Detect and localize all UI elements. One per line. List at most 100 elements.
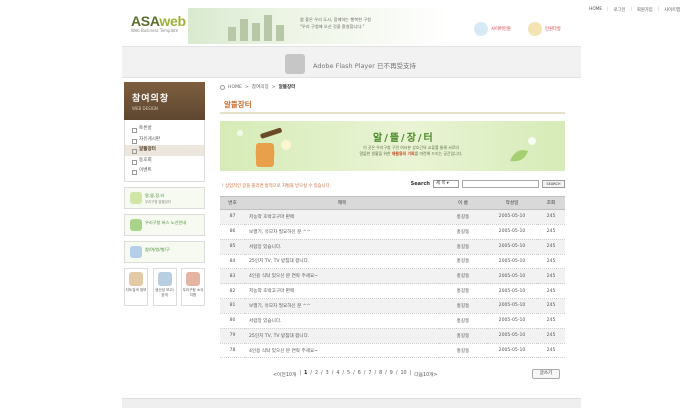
banner-building [252,23,260,41]
search-input[interactable] [462,180,539,188]
site-logo[interactable]: ASAweb [131,13,186,29]
col-date: 작성일 [487,196,537,210]
row-subject-link[interactable]: 서랍장 있습니다. [245,313,439,329]
row-subject-link[interactable]: 4인용 식탁 있으신 분 연락 주세요~ [245,343,439,359]
banner-building [240,19,248,41]
row-number: 82 [220,283,245,300]
main-content: HOME > 참여의장 > 알뜰장터 알뜰장터 알/뜰/장/터 이 곳은 우리구… [220,82,565,380]
row-author: 홍길동 [439,313,487,329]
nav-sitemap[interactable]: 사이트맵 [664,7,680,13]
row-author: 홍길동 [439,254,487,270]
row-date: 2005-05-10 [487,224,537,240]
row-subject-link[interactable]: 보행기, 유모차 필요하신 분 ^^ [245,224,439,240]
table-row: 80 서랍장 있습니다. 홍길동 2005-05-10 245 [220,313,565,329]
row-subject-link[interactable]: 저농약 호박고구마 판매 [245,283,439,300]
page-link[interactable]: 2 [315,371,318,378]
row-views: 245 [537,268,565,285]
page-link[interactable]: 5 [347,371,350,378]
page-link[interactable]: 7 [368,371,371,378]
quick-link-minwon[interactable]: 민원다방 [528,22,561,36]
icon-link-label: 우리구청 소식지함 [182,287,204,297]
participation-icon [130,245,142,258]
banner-text-line: 참 좋은 우리 도시, 함께하는 행복한 구청 [300,17,371,22]
banner-building [228,27,236,41]
site-footer [122,398,581,408]
crumb-current: 알뜰장터 [278,85,296,90]
crumb-home[interactable]: HOME [228,85,242,90]
quick-link-cyber[interactable]: 사이버민원 [474,22,511,36]
search-button[interactable]: SEARCH [542,180,565,188]
banner-subtitle: 우리구청 알뜰장터 [145,199,172,204]
row-number: 80 [220,313,245,329]
hero-title: 알/뜰/장/터 [373,133,435,144]
icon-link-label: 지도검색 정보 [125,287,147,292]
write-button[interactable]: 글쓰기 [532,369,560,380]
row-author: 홍길동 [439,298,487,314]
row-subject-link[interactable]: 25인치 TV, TV 받침대 팝니다. [245,254,439,270]
nav-home[interactable]: HOME [589,7,602,13]
sidebar-item-freeboard[interactable]: 자유게시판 [125,135,204,146]
page-link[interactable]: 4 [336,371,339,378]
row-subject-link[interactable]: 서랍장 있습니다. [245,239,439,255]
board-table: 번호 제목 이 름 작성일 조회 87 저농약 호박고구마 판매 홍길동 200… [220,196,565,359]
table-row: 85 서랍장 있습니다. 홍길동 2005-05-10 245 [220,239,565,255]
table-row: 82 저농약 호박고구마 판매 홍길동 2005-05-10 245 [220,283,565,300]
bus-icon [130,218,142,231]
page-link[interactable]: 8 [379,371,382,378]
sidebar-item-club[interactable]: 동호회 [125,156,204,167]
row-date: 2005-05-10 [487,239,537,255]
sidebar-banner-bus[interactable]: 우리구청 버스 노선안내 [124,213,205,236]
page-link[interactable]: 10 [400,371,406,378]
row-date: 2005-05-10 [487,283,537,300]
search-label: Search [410,181,430,187]
row-author: 홍길동 [439,328,487,344]
row-author: 홍길동 [439,268,487,285]
col-name: 이 름 [439,196,487,210]
sidebar-item-debate[interactable]: 토론방 [125,124,204,135]
next-10-link[interactable]: 다음10개> [414,371,437,378]
page-link[interactable]: 9 [390,371,393,378]
crumb-section[interactable]: 참여의장 [252,84,269,90]
row-views: 245 [537,328,565,344]
row-number: 84 [220,254,245,270]
nav-join[interactable]: 회원가입 [637,7,653,13]
row-number: 78 [220,343,245,359]
icon-link-map[interactable]: 지도검색 정보 [124,267,148,306]
row-number: 85 [220,239,245,255]
row-date: 2005-05-10 [487,298,537,314]
market-icon [130,191,142,204]
row-number: 86 [220,224,245,240]
board-toolbar: ! 상업적인 글을 올리면 법적으로 처벌을 받으실 수 있습니다. Searc… [220,180,565,192]
search-field-select[interactable]: 제 목 ▾ [433,180,459,188]
sidebar-banner-participation[interactable]: 참/여/방/향/구 [124,240,205,263]
nav-login[interactable]: 로그인 [614,7,626,13]
flash-placeholder: Adobe Flash Player 已不再受支持 [122,46,581,78]
banner-building [264,15,272,41]
row-subject-link[interactable]: 보행기, 유모차 필요하신 분 ^^ [245,298,439,314]
notice-text: ! 상업적인 글을 올리면 법적으로 처벌을 받으실 수 있습니다. [222,184,331,189]
row-date: 2005-05-10 [487,268,537,285]
prev-10-link[interactable]: <이전10개 [273,371,296,378]
table-row: 83 4인용 식탁 있으신 분 연락 주세요~ 홍길동 2005-05-10 2… [220,268,565,285]
row-date: 2005-05-10 [487,328,537,344]
icon-link-newsletter[interactable]: 우리구청 소식지함 [181,267,205,306]
sidebar-title-en: WEB DESIGN [132,106,158,111]
page-link[interactable]: 6 [358,371,361,378]
sidebar-item-event[interactable]: 이벤트 [125,166,204,177]
sidebar-banner-market[interactable]: 알.뜰.장.터 우리구청 알뜰장터 [124,186,205,209]
hero-desc-line: 알뜰한 생활을 위한 재활용의 기회를 마련해 드리는 공간입니다. [359,151,463,156]
row-subject-link[interactable]: 4인용 식탁 있으신 분 연락 주세요~ [245,268,439,285]
row-subject-link[interactable]: 저농약 호박고구마 판매 [245,209,439,225]
sidebar-item-market[interactable]: 알뜰장터 [125,145,204,156]
banner-text-line: "우리 구청에 오신 것을 환영합니다." [300,24,365,29]
col-subject: 제목 [245,196,439,210]
page-link-current[interactable]: 1 [304,371,307,378]
hero-banner: 알/뜰/장/터 이 곳은 우리구청 구민 여러분 상호간의 교류를 통해 서로의… [220,121,565,171]
row-subject-link[interactable]: 25인치 TV, TV 받침대 팝니다. [245,328,439,344]
col-number: 번호 [220,196,245,210]
icon-link-report[interactable]: 생산성 보고/공개 [152,267,177,306]
page-link[interactable]: 3 [326,371,329,378]
row-date: 2005-05-10 [487,209,537,225]
row-views: 245 [537,283,565,300]
cyber-icon [474,22,488,36]
